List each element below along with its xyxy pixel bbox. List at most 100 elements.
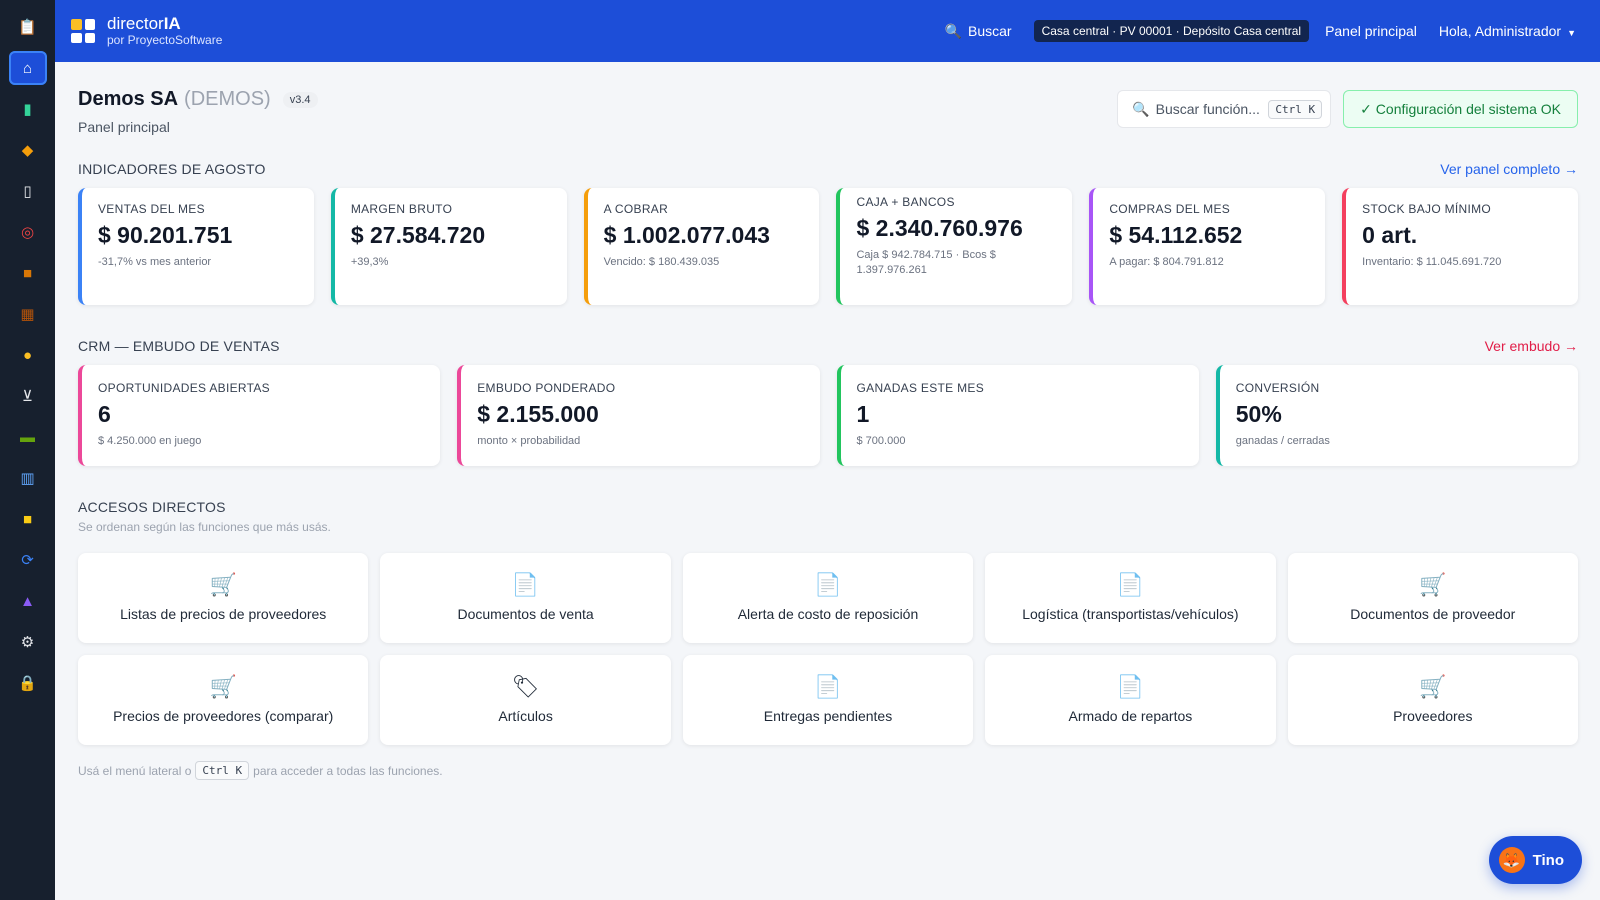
sidebar-item-cash[interactable]: ▬: [9, 420, 47, 454]
brand[interactable]: directorIA por ProyectoSoftware: [107, 14, 222, 47]
card-note: A pagar: $ 804.791.812: [1109, 256, 1224, 268]
sidebar-item-note[interactable]: ■: [9, 502, 47, 536]
app-logo-icon[interactable]: [71, 19, 95, 43]
search-icon: 🔍: [944, 22, 963, 39]
indicators-card[interactable]: MARGEN BRUTO $ 27.584.720 +39,3%: [330, 188, 567, 305]
card-label: OPORTUNIDADES ABIERTAS: [98, 381, 270, 395]
card-value: 6: [98, 401, 111, 427]
shortcut-tile[interactable]: 🛒 Precios de proveedores (comparar): [78, 655, 369, 745]
function-search-input[interactable]: 🔍 Buscar función... Ctrl K: [1117, 90, 1332, 128]
location-selector[interactable]: Casa central · PV 00001 · Depósito Casa …: [1033, 20, 1310, 42]
card-value: 1: [856, 401, 870, 427]
indicators-card[interactable]: STOCK BAJO MÍNIMO 0 art. Inventario: $ 11.…: [1342, 188, 1578, 305]
footer-hint-text: para acceder a todas las funciones.: [253, 763, 443, 778]
view-funnel-link[interactable]: Ver embudo →: [1485, 338, 1578, 354]
crm-card[interactable]: OPORTUNIDADES ABIERTAS 6 $ 4.250.000 en ju…: [78, 365, 441, 466]
crm-section-title: CRM — EMBUDO DE VENTAS: [78, 338, 280, 354]
home-icon: ⌂: [22, 59, 33, 77]
crm-cards: OPORTUNIDADES ABIERTAS 6 $ 4.250.000 en ju…: [78, 365, 1578, 466]
card-value: $ 2.340.760.976: [856, 215, 1023, 241]
shortcut-tile[interactable]: 🛒 Listas de precios de proveedores: [78, 553, 369, 643]
version-badge: v3.4: [282, 91, 318, 108]
shortcut-label: Armado de repartos: [1068, 708, 1193, 724]
shortcut-tile[interactable]: 📄 Entregas pendientes: [682, 655, 974, 745]
sidebar-item-lock[interactable]: 🔒: [9, 666, 47, 700]
page-title: Panel principal: [78, 119, 170, 135]
document-icon: 📄: [814, 674, 842, 699]
crm-card[interactable]: GANADAS ESTE MES 1 $ 700.000: [836, 365, 1199, 466]
sidebar-item-cart[interactable]: ⊻: [9, 379, 47, 413]
shortcut-label: Entregas pendientes: [763, 708, 893, 724]
indicators-section-title: INDICADORES DE AGOSTO: [78, 161, 266, 177]
sidebar-item-chart-up[interactable]: ▲: [9, 584, 47, 618]
card-label: COMPRAS DEL MES: [1109, 202, 1231, 216]
sidebar-item-money-bag[interactable]: ●: [9, 338, 47, 372]
document-icon: ▯: [23, 183, 32, 200]
brand-subtitle: por ProyectoSoftware: [107, 32, 223, 47]
cart-icon: 🛒: [1419, 572, 1447, 597]
card-note: Caja $ 942.784.715 · Bcos $ 1.397.976.26…: [856, 249, 996, 276]
indicators-card[interactable]: COMPRAS DEL MES $ 54.112.652 A pagar: $ 80…: [1089, 188, 1326, 305]
global-search-label: Buscar: [968, 23, 1012, 39]
shortcut-hint: Ctrl K: [1268, 99, 1323, 119]
indicators-card[interactable]: CAJA + BANCOS $ 2.340.760.976 Caja $ 942.7…: [836, 188, 1073, 305]
indicators-card[interactable]: VENTAS DEL MES $ 90.201.751 -31,7% vs mes …: [78, 188, 314, 305]
sidebar-item-clipboard[interactable]: 📋: [9, 10, 47, 44]
card-note: monto × probabilidad: [477, 435, 581, 447]
document-icon: 📄: [1116, 572, 1145, 597]
sidebar-item-tag[interactable]: ◆: [9, 133, 47, 167]
view-full-panel-link[interactable]: Ver panel completo →: [1440, 161, 1578, 177]
shortcut-tile[interactable]: 📄 Alerta de costo de reposición: [682, 553, 974, 643]
sidebar-item-gear[interactable]: ⚙: [9, 625, 47, 659]
crm-card[interactable]: EMBUDO PONDERADO $ 2.155.000 monto × proba…: [457, 365, 820, 466]
sidebar-item-building[interactable]: ▥: [9, 461, 47, 495]
panel-principal-link[interactable]: Panel principal: [1325, 23, 1417, 39]
shortcut-label: Listas de precios de proveedores: [120, 606, 327, 622]
document-icon: 📄: [814, 572, 842, 597]
card-note: $ 700.000: [856, 435, 906, 447]
card-value: $ 2.155.000: [477, 401, 599, 427]
company-name: Demos SA: [78, 88, 179, 110]
shortcut-tile[interactable]: 🏷 Artículos: [380, 655, 671, 745]
cart-icon: ⊻: [22, 388, 33, 405]
crm-card[interactable]: CONVERSIÓN 50% ganadas / cerradas: [1215, 365, 1578, 466]
shortcuts-hint: Se ordenan según las funciones que más u…: [78, 520, 331, 534]
document-icon: 📄: [511, 572, 540, 597]
card-value: 50%: [1235, 401, 1282, 427]
shortcut-label: Alerta de costo de reposición: [737, 606, 919, 622]
card-label: EMBUDO PONDERADO: [477, 381, 616, 395]
sidebar-item-calendar[interactable]: ▦: [9, 297, 47, 331]
card-label: VENTAS DEL MES: [98, 202, 205, 216]
company-code: (DEMOS): [184, 88, 271, 110]
shortcut-tile[interactable]: 🛒 Documentos de proveedor: [1287, 553, 1578, 643]
system-config-status-button[interactable]: ✓ Configuración del sistema OK: [1343, 90, 1578, 128]
document-icon: 📄: [1116, 674, 1145, 699]
shortcuts-section-title: ACCESOS DIRECTOS: [78, 499, 226, 515]
sidebar-item-bar-chart[interactable]: ▮: [9, 92, 47, 126]
assistant-button[interactable]: 🦊 Tino: [1488, 836, 1582, 884]
card-label: STOCK BAJO MÍNIMO: [1362, 202, 1492, 216]
indicators-card[interactable]: A COBRAR $ 1.002.077.043 Vencido: $ 180.43…: [583, 188, 820, 305]
sidebar-item-box[interactable]: ■: [9, 256, 47, 290]
shortcut-tile[interactable]: 🛒 Proveedores: [1287, 655, 1578, 745]
caret-down-icon: ▼: [1567, 28, 1576, 38]
card-value: $ 54.112.652: [1109, 222, 1243, 248]
card-note: ganadas / cerradas: [1235, 435, 1330, 447]
card-label: MARGEN BRUTO: [350, 202, 453, 216]
shortcut-hint: Ctrl K: [195, 761, 250, 780]
money-bag-icon: ●: [22, 346, 33, 364]
card-value: $ 90.201.751: [98, 222, 233, 248]
global-search-button[interactable]: 🔍 Buscar: [945, 23, 1012, 40]
sidebar-item-target[interactable]: ◎: [9, 215, 47, 249]
cart-icon: 🛒: [209, 674, 237, 699]
user-menu[interactable]: Hola, Administrador ▼: [1439, 23, 1576, 39]
shortcut-label: Artículos: [498, 708, 553, 724]
shortcut-tile[interactable]: 📄 Armado de repartos: [985, 655, 1276, 745]
shortcut-tile[interactable]: 📄 Logística (transportistas/vehículos): [985, 553, 1276, 643]
sidebar-item-document[interactable]: ▯: [9, 174, 47, 208]
footer-hint-text: Usá el menú lateral o: [78, 763, 192, 778]
shortcut-tile[interactable]: 📄 Documentos de venta: [380, 553, 671, 643]
sidebar-item-home[interactable]: ⌂: [8, 51, 47, 85]
sidebar-item-sync[interactable]: ⟳: [9, 543, 47, 577]
card-value: 0 art.: [1362, 222, 1418, 248]
